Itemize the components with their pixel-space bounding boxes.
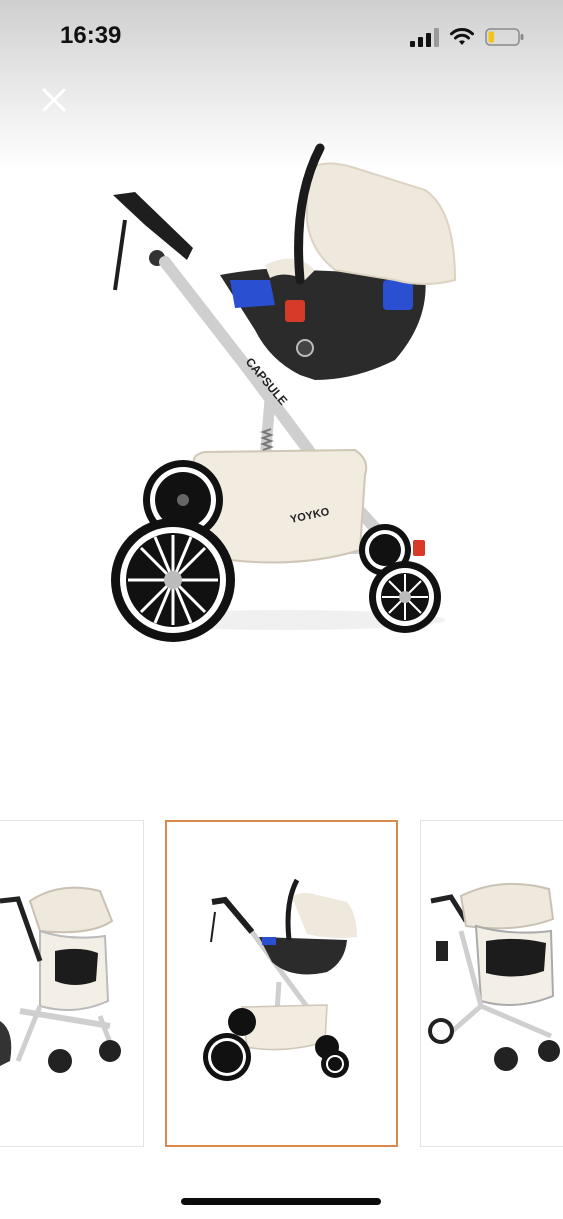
close-icon[interactable] — [36, 82, 72, 118]
wifi-icon — [450, 28, 474, 45]
car-seat-canopy — [306, 162, 457, 285]
thumbnail-current-selected[interactable] — [165, 820, 398, 1147]
status-time: 16:39 — [60, 22, 122, 49]
wrist-strap — [113, 219, 127, 291]
battery-low-icon — [485, 28, 524, 46]
status-bar: 16:39 — [0, 0, 563, 74]
thumbnail-stroller-image — [428, 882, 560, 1071]
thumbnail-previous[interactable] — [0, 820, 144, 1147]
cellular-signal-icon — [410, 28, 439, 47]
home-indicator[interactable] — [181, 1198, 381, 1205]
front-wheel-front — [369, 561, 441, 633]
thumbnail-next[interactable] — [420, 820, 563, 1147]
rear-wheel-front — [111, 518, 235, 642]
thumbnail-stroller-image — [0, 886, 121, 1073]
thumbnail-stroller-image — [203, 878, 357, 1081]
product-hero-image: YOYKO CAPSULE — [111, 143, 457, 642]
